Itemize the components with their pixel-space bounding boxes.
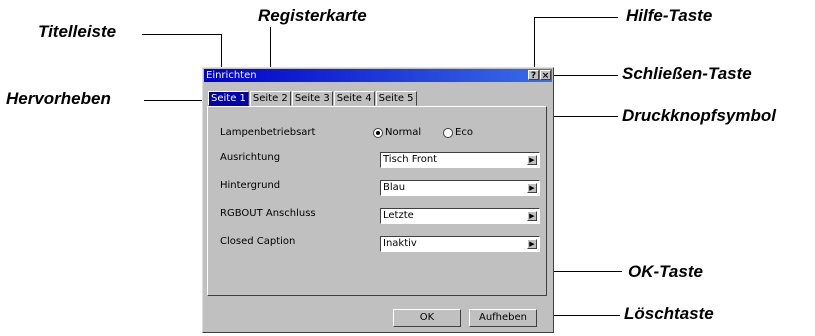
radio-eco-label: Eco <box>455 127 473 138</box>
close-icon[interactable]: × <box>540 70 551 81</box>
lamp-mode-label: Lampenbetriebsart <box>220 127 316 138</box>
tab-seite-5[interactable]: Seite 5 <box>375 91 417 106</box>
dropdown-arrow-icon[interactable]: ▶ <box>527 155 537 165</box>
rgbout-select[interactable]: Letzte ▶ <box>380 208 540 224</box>
callout-hilfe: Hilfe-Taste <box>626 6 713 25</box>
caption-label: Closed Caption <box>220 236 296 247</box>
leader-hilfe <box>534 17 618 18</box>
dropdown-arrow-icon[interactable]: ▶ <box>527 239 537 249</box>
hintergrund-label: Hintergrund <box>220 180 281 191</box>
callout-ok: OK-Taste <box>628 262 703 281</box>
leader-hilfe-v <box>534 17 535 72</box>
tab-seite-2[interactable]: Seite 2 <box>249 91 291 106</box>
ok-button[interactable]: OK <box>393 309 461 327</box>
hintergrund-value: Blau <box>383 182 406 193</box>
callout-hervorheben: Hervorheben <box>6 89 111 108</box>
callout-loesch: Löschtaste <box>624 304 714 323</box>
setup-dialog: Einrichten ? × Seite 1 Seite 2 Seite 3 S… <box>202 67 554 333</box>
hintergrund-select[interactable]: Blau ▶ <box>380 180 540 196</box>
callout-schliessen: Schließen-Taste <box>622 64 752 83</box>
tab-seite-4[interactable]: Seite 4 <box>333 91 375 106</box>
title-bar: Einrichten ? × <box>204 69 552 82</box>
radio-eco[interactable] <box>443 128 453 138</box>
caption-select[interactable]: Inaktiv ▶ <box>380 236 540 252</box>
rgbout-value: Letzte <box>383 210 414 221</box>
dropdown-arrow-icon[interactable]: ▶ <box>527 183 537 193</box>
ausrichtung-select[interactable]: Tisch Front ▶ <box>380 152 540 168</box>
leader-titelleiste <box>142 34 222 35</box>
rgbout-label: RGBOUT Anschluss <box>220 208 316 219</box>
callout-titelleiste: Titelleiste <box>38 22 117 41</box>
help-icon[interactable]: ? <box>528 70 539 81</box>
ausrichtung-label: Ausrichtung <box>220 152 281 163</box>
callout-registerkarte: Registerkarte <box>258 6 367 25</box>
caption-value: Inaktiv <box>383 238 417 249</box>
dropdown-arrow-icon[interactable]: ▶ <box>527 211 537 221</box>
radio-normal-label: Normal <box>385 127 422 138</box>
callout-druckknopf: Druckknopfsymbol <box>622 106 776 125</box>
dialog-title: Einrichten <box>206 70 257 81</box>
leader-schliessen <box>550 75 618 76</box>
cancel-button[interactable]: Aufheben <box>469 309 537 327</box>
tab-panel: Lampenbetriebsart Normal Eco Ausrichtung… <box>207 106 547 296</box>
tab-strip: Seite 1 Seite 2 Seite 3 Seite 4 Seite 5 <box>208 91 418 106</box>
tab-seite-3[interactable]: Seite 3 <box>291 91 333 106</box>
ausrichtung-value: Tisch Front <box>383 154 438 165</box>
tab-seite-1[interactable]: Seite 1 <box>208 91 249 106</box>
leader-hervorheben <box>144 100 206 101</box>
radio-normal[interactable] <box>373 128 383 138</box>
